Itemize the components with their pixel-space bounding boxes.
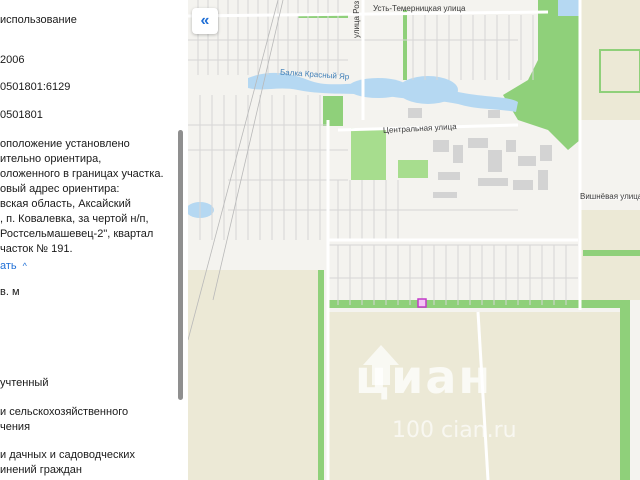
field-west	[188, 270, 323, 480]
watermark-logo: циан	[355, 350, 493, 404]
panel-scrollbar[interactable]	[178, 130, 183, 400]
chevron-up-icon: ^	[22, 261, 27, 271]
info-panel: использование 2006 0501801:6129 0501801 …	[0, 0, 188, 480]
pond-center	[398, 76, 458, 104]
panel-text-category-1: и сельскохозяйственного	[0, 406, 129, 418]
panel-text-address-8: часток № 191.	[0, 243, 73, 255]
pond-north	[558, 0, 580, 16]
panel-text-address-3: оложенного в границах участка.	[0, 168, 164, 180]
park-center	[351, 128, 386, 180]
map-view[interactable]: Усть-Темерницкая улица Балка Красный Яр …	[188, 0, 640, 480]
panel-text-status: учтенный	[0, 377, 49, 389]
panel-text-year: 2006	[0, 54, 25, 66]
panel-text-cadastral-quarter: 0501801	[0, 109, 43, 121]
collapse-address-link[interactable]: ать ^	[0, 258, 27, 274]
forest-belt-east-2	[583, 250, 640, 256]
street-vishnevaya: Вишнёвая улица	[580, 192, 640, 201]
panel-text-permitted-use-2: инений граждан	[0, 464, 82, 476]
field-northeast	[580, 0, 640, 120]
map-canvas	[188, 0, 640, 480]
forest-belt-south	[328, 300, 628, 308]
panel-text-address-5: вская область, Аксайский	[0, 198, 131, 210]
collapse-panel-button[interactable]: «	[192, 8, 218, 34]
park-west	[323, 96, 343, 126]
panel-text-address-7: Ростсельмашевец-2", квартал	[0, 228, 154, 240]
panel-text-address-1: оположение установлено	[0, 138, 130, 150]
park-small	[398, 160, 428, 178]
forest-belt-east	[620, 300, 630, 480]
panel-text-address-6: , п. Ковалевка, за чертой н/п,	[0, 213, 149, 225]
panel-text-cadastral-number: 0501801:6129	[0, 81, 71, 93]
watermark-subtext: 100 cian.ru	[392, 418, 517, 443]
plot-marker	[417, 298, 427, 308]
panel-text-permitted-use-1: и дачных и садоводческих	[0, 449, 135, 461]
forest-belt-west	[318, 270, 324, 480]
collapse-link-label: ать	[0, 260, 17, 272]
panel-text-address-4: овый адрес ориентира:	[0, 183, 120, 195]
double-chevron-left-icon: «	[200, 12, 210, 29]
street-rozy: улица Роз	[352, 0, 361, 38]
forest-belt-north-2	[403, 10, 407, 80]
street-ust-temernitskaya: Усть-Темерницкая улица	[373, 4, 466, 13]
panel-text-usage: использование	[0, 14, 77, 26]
panel-text-address-2: ительно ориентира,	[0, 153, 102, 165]
panel-text-area-unit: в. м	[0, 286, 20, 298]
panel-text-category-2: чения	[0, 421, 31, 433]
